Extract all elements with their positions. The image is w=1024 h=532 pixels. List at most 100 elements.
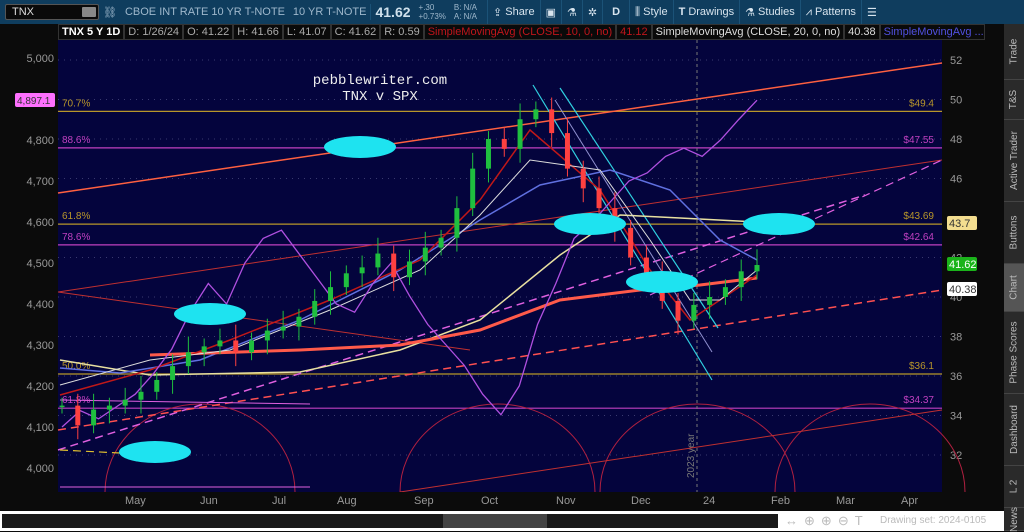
- x-tick-label: Aug: [337, 495, 357, 507]
- candle-body: [217, 340, 223, 347]
- candle-body: [280, 326, 286, 331]
- sma10-value: 41.12: [616, 24, 652, 40]
- zoom-out-icon[interactable]: ⊖: [838, 513, 849, 529]
- sidebar-tab-buttons[interactable]: Buttons: [1004, 202, 1024, 264]
- price-chart[interactable]: 525048464240383634325,0004,8004,7004,600…: [0, 40, 1004, 492]
- flask-button[interactable]: ⚗: [561, 0, 582, 24]
- share-button[interactable]: ⇪ Share: [487, 0, 540, 24]
- highlight-ellipse[interactable]: [554, 213, 626, 235]
- x-tick-label: Dec: [631, 495, 651, 507]
- highlight-ellipse[interactable]: [174, 303, 246, 325]
- left-tick-label: 4,100: [26, 422, 54, 434]
- x-tick-label: May: [125, 495, 146, 507]
- sidebar-tab-l-2[interactable]: L 2: [1004, 466, 1024, 508]
- right-tick-label: 48: [950, 134, 962, 146]
- highlight-ellipse[interactable]: [119, 441, 191, 463]
- candle-body: [249, 340, 255, 353]
- candle-body: [691, 304, 697, 321]
- fib-level-pct: 78.6%: [62, 232, 90, 243]
- x-tick-label: Feb: [771, 495, 790, 507]
- aggregation-label: D: [612, 6, 621, 18]
- study-header: TNX 5 Y 1D D: 1/26/24 O: 41.22 H: 41.66 …: [58, 24, 985, 40]
- fib-level-value: $36.1: [909, 361, 934, 372]
- candle-body: [296, 316, 302, 327]
- candle-body: [185, 352, 191, 367]
- fib-level-pct: 70.7%: [62, 98, 90, 109]
- change: +.30: [418, 3, 435, 12]
- horizontal-scrollbar[interactable]: [2, 514, 778, 528]
- sidebar-tab-chart[interactable]: Chart: [1004, 264, 1024, 312]
- sidebar-tab-t-s[interactable]: T&S: [1004, 80, 1024, 120]
- candle-body: [375, 253, 381, 268]
- share-label: Share: [505, 6, 535, 18]
- sidebar-tab-label: T&S: [1008, 89, 1020, 110]
- sidebar-tab-trade[interactable]: Trade: [1004, 24, 1024, 80]
- spx-price-tag-text: 4,897.1: [17, 96, 51, 107]
- candle-body: [154, 379, 160, 392]
- share-icon: ⇪: [493, 6, 503, 19]
- menu-icon: ☰: [866, 6, 877, 19]
- left-tick-label: 4,000: [26, 463, 54, 475]
- settings-button[interactable]: ✲: [581, 0, 602, 24]
- left-tick-label: 5,000: [26, 53, 54, 65]
- bid-ask: B: N/A A: N/A: [450, 3, 481, 21]
- right-tick-label: 46: [950, 174, 962, 186]
- change-block: +.30 +0.73%: [415, 3, 450, 21]
- fib-level-pct: 88.6%: [62, 135, 90, 146]
- price-tag-text: 40.38: [949, 284, 977, 296]
- candle-body: [138, 391, 144, 400]
- text-icon: T: [678, 6, 686, 18]
- crosshair-icon[interactable]: ⊕: [804, 513, 815, 529]
- right-tick-label: 36: [950, 371, 962, 383]
- bar-low: L: 41.07: [282, 24, 331, 40]
- drawings-button[interactable]: T Drawings: [672, 0, 740, 24]
- highlight-ellipse[interactable]: [743, 213, 815, 235]
- scrollbar-area: ↔ ⊕ ⊕ ⊖ T Drawing set: 2024-0105: [0, 511, 1004, 531]
- candle-body: [454, 208, 460, 238]
- candle-body: [407, 261, 412, 278]
- pan-icon[interactable]: ↔: [785, 513, 798, 529]
- menu-button[interactable]: ☰: [860, 0, 882, 24]
- right-tick-label: 38: [950, 332, 962, 344]
- alert-button[interactable]: ▣: [539, 0, 561, 24]
- sidebar-tab-active-trader[interactable]: Active Trader: [1004, 120, 1024, 202]
- x-tick-label: Oct: [481, 495, 499, 507]
- aggregation-button[interactable]: D: [602, 0, 629, 24]
- drawing-set-label[interactable]: Drawing set: 2024-0105: [880, 515, 986, 526]
- fib-level-value: $43.69: [903, 211, 934, 222]
- candle-body: [233, 340, 239, 353]
- sidebar-tab-news[interactable]: News: [1004, 506, 1024, 532]
- fib-level-pct: 61.8%: [62, 211, 90, 222]
- change-pct: +0.73%: [418, 12, 446, 21]
- candle-body: [517, 119, 523, 149]
- right-tick-label: 52: [950, 55, 962, 67]
- sidebar-tab-phase-scores[interactable]: Phase Scores: [1004, 312, 1024, 394]
- candle-body: [122, 399, 128, 406]
- candle-body: [628, 227, 634, 258]
- candle-body: [91, 409, 97, 426]
- highlight-ellipse[interactable]: [626, 271, 698, 293]
- symbol-input[interactable]: TNX: [5, 4, 99, 20]
- bar-date: D: 1/26/24: [124, 24, 184, 40]
- candle-body: [328, 287, 334, 301]
- sidebar-tab-dashboard[interactable]: Dashboard: [1004, 394, 1024, 466]
- scrollbar-thumb[interactable]: [443, 514, 547, 528]
- left-tick-label: 4,200: [26, 381, 54, 393]
- right-sidebar: Trade T&S Active Trader Buttons Chart Phase S…: [1004, 24, 1024, 532]
- candle-body: [501, 139, 507, 149]
- sma20-label[interactable]: SimpleMovingAvg (CLOSE, 20, 0, no): [651, 24, 845, 40]
- patterns-button[interactable]: ⩘ Patterns: [799, 0, 861, 24]
- candle-body: [722, 287, 728, 297]
- sma3-label[interactable]: SimpleMovingAvg ...: [879, 24, 985, 40]
- link-icon[interactable]: ⛓: [99, 6, 121, 19]
- sma10-label[interactable]: SimpleMovingAvg (CLOSE, 10, 0, no): [423, 24, 617, 40]
- text-icon[interactable]: T: [855, 513, 863, 529]
- candle-body: [170, 366, 176, 380]
- style-button[interactable]: ⫼ Style: [629, 0, 673, 24]
- zoom-in-icon[interactable]: ⊕: [821, 513, 832, 529]
- left-tick-label: 4,300: [26, 340, 54, 352]
- highlight-ellipse[interactable]: [324, 136, 396, 158]
- sidebar-tab-label: Buttons: [1008, 215, 1020, 250]
- dropdown-icon[interactable]: [82, 7, 96, 17]
- studies-button[interactable]: ⚗ Studies: [739, 0, 800, 24]
